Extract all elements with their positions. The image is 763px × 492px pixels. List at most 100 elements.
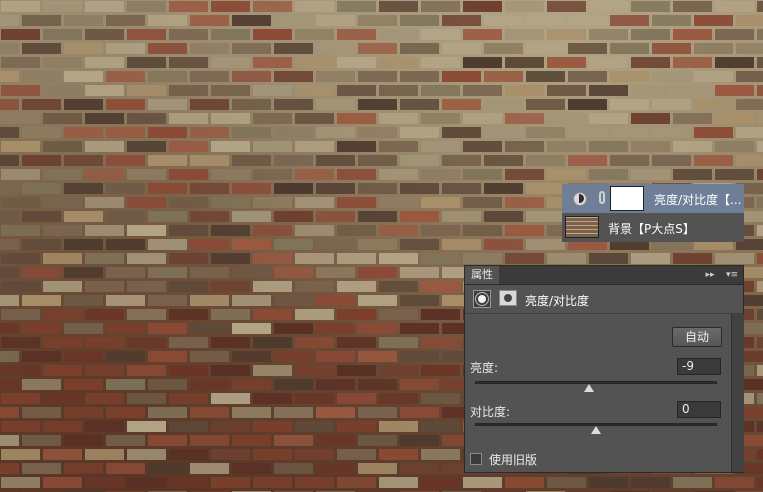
brick: [211, 365, 250, 376]
brick: [358, 99, 397, 110]
brick: [85, 113, 124, 124]
brick: [1, 421, 40, 432]
brick: [169, 141, 208, 152]
brick: [127, 337, 166, 348]
brick: [127, 253, 166, 264]
brick: [526, 211, 565, 222]
brick: [253, 113, 292, 124]
tab-properties[interactable]: 属性: [465, 266, 499, 284]
layer-row-background[interactable]: 背景【P大点S】: [562, 213, 744, 242]
brick: [379, 477, 418, 488]
brick: [421, 57, 460, 68]
brick: [358, 155, 397, 166]
brick: [337, 141, 376, 152]
brick: [127, 421, 166, 432]
brick: [505, 477, 544, 488]
brick: [274, 99, 313, 110]
brick: [1, 141, 40, 152]
brick: [1, 1, 40, 12]
brick: [85, 225, 124, 236]
brick: [1, 85, 40, 96]
brick: [757, 449, 763, 460]
brick: [442, 127, 481, 138]
brick: [505, 169, 544, 180]
brick: [673, 85, 712, 96]
brick: [127, 29, 166, 40]
brick: [253, 365, 292, 376]
brick: [400, 379, 439, 390]
brick: [85, 29, 124, 40]
brick: [421, 365, 460, 376]
brick: [190, 99, 229, 110]
brick: [190, 127, 229, 138]
layer-mask-icon[interactable]: [499, 290, 517, 306]
layer-row-brightness-contrast[interactable]: 亮度/对比度【...: [562, 184, 744, 213]
brick: [589, 113, 628, 124]
brick: [127, 477, 166, 488]
brick: [295, 1, 334, 12]
brick: [358, 351, 397, 362]
brick: [379, 281, 418, 292]
brick: [232, 295, 271, 306]
brick: [442, 155, 481, 166]
layer-thumbnail[interactable]: [565, 216, 599, 238]
brick: [106, 127, 145, 138]
brick: [211, 1, 250, 12]
brick: [484, 15, 523, 26]
brick: [568, 127, 607, 138]
brick: [526, 71, 565, 82]
brightness-slider-track[interactable]: [475, 381, 717, 384]
contrast-slider-thumb[interactable]: [591, 426, 601, 434]
brightness-value-field[interactable]: -9: [677, 358, 721, 375]
brick: [631, 141, 670, 152]
brick: [43, 281, 82, 292]
brick: [631, 29, 670, 40]
brick: [64, 435, 103, 446]
layer-mask-thumbnail[interactable]: [610, 186, 644, 211]
brick: [64, 155, 103, 166]
brick: [190, 435, 229, 446]
brick: [526, 43, 565, 54]
brightness-slider-thumb[interactable]: [583, 384, 594, 392]
brick: [85, 253, 124, 264]
contrast-value-field[interactable]: 0: [677, 401, 721, 418]
brick: [547, 113, 586, 124]
brick: [421, 337, 460, 348]
brick: [1, 477, 40, 488]
legacy-checkbox[interactable]: [470, 453, 482, 465]
brick: [316, 239, 355, 250]
brick: [64, 323, 103, 334]
brick: [253, 85, 292, 96]
brick: [190, 239, 229, 250]
brick: [652, 71, 691, 82]
brick: [148, 351, 187, 362]
brick: [148, 71, 187, 82]
brick: [253, 309, 292, 320]
panel-menu-icon[interactable]: ▾≡: [725, 268, 739, 282]
brightness-contrast-icon[interactable]: [473, 290, 491, 308]
panel-scrollbar[interactable]: [731, 314, 744, 472]
collapse-panel-icon[interactable]: ▸▸: [703, 268, 717, 282]
brick: [274, 183, 313, 194]
brick: [757, 169, 763, 180]
brick: [85, 1, 124, 12]
brick: [547, 477, 586, 488]
brick: [190, 71, 229, 82]
brick: [295, 449, 334, 460]
visibility-eye-icon[interactable]: [573, 192, 587, 206]
brick: [22, 463, 61, 474]
brick: [757, 281, 763, 292]
brick: [715, 1, 754, 12]
brick: [379, 449, 418, 460]
brick: [757, 85, 763, 96]
link-chain-icon[interactable]: [599, 191, 605, 204]
brick: [337, 197, 376, 208]
brick: [484, 43, 523, 54]
brick: [715, 253, 754, 264]
brick: [43, 85, 82, 96]
brick: [0, 407, 19, 418]
brick: [463, 225, 502, 236]
brick: [64, 43, 103, 54]
brick: [316, 99, 355, 110]
auto-button[interactable]: 自动: [672, 327, 722, 347]
